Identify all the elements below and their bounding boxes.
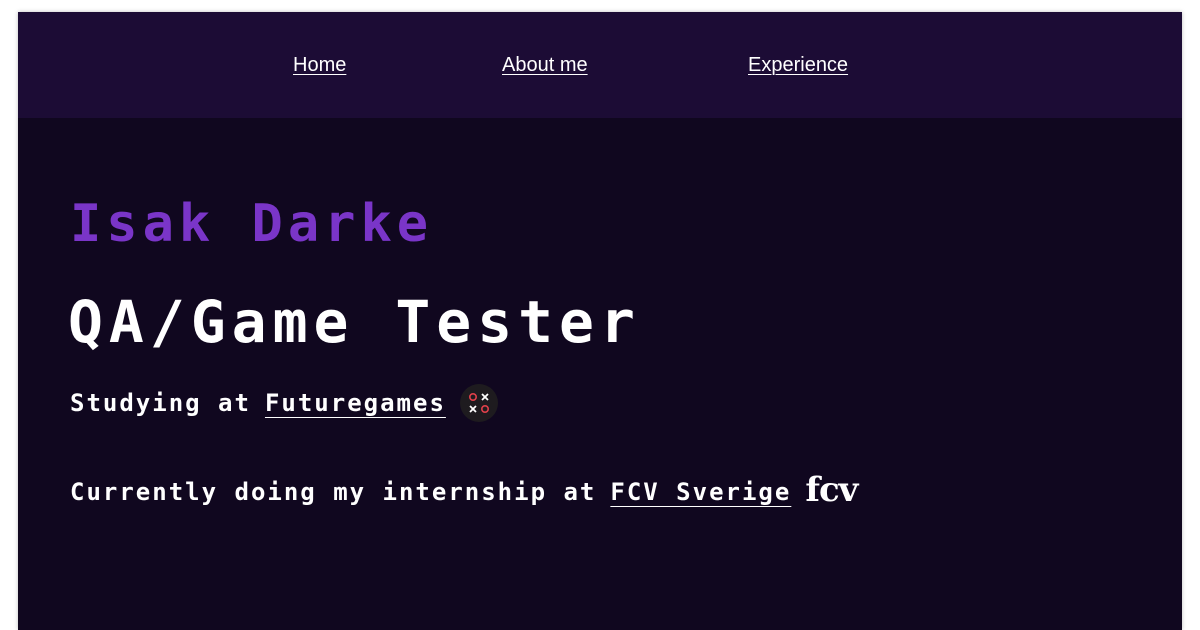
internship-line: Currently doing my internship at FCV Sve… bbox=[70, 470, 858, 512]
fcv-logo-icon: fcv bbox=[805, 470, 858, 510]
study-line: Studying at Futuregames bbox=[70, 384, 498, 422]
futuregames-link[interactable]: Futuregames bbox=[265, 389, 446, 417]
hero-name: Isak Darke bbox=[70, 194, 434, 254]
study-prefix: Studying at bbox=[70, 389, 251, 417]
nav-link-home[interactable]: Home bbox=[293, 54, 346, 77]
nav-link-experience[interactable]: Experience bbox=[748, 54, 848, 77]
futuregames-logo-icon bbox=[459, 384, 498, 422]
fcv-sverige-link[interactable]: FCV Sverige bbox=[610, 478, 791, 506]
hero-section: Isak Darke QA/Game Tester Studying at Fu… bbox=[18, 118, 1182, 630]
internship-prefix: Currently doing my internship at bbox=[70, 478, 597, 506]
top-nav: Home About me Experience bbox=[18, 12, 1182, 118]
hero-role: QA/Game Tester bbox=[68, 288, 641, 356]
nav-link-about-me[interactable]: About me bbox=[502, 54, 588, 77]
page-frame: Home About me Experience Isak Darke QA/G… bbox=[18, 12, 1182, 630]
